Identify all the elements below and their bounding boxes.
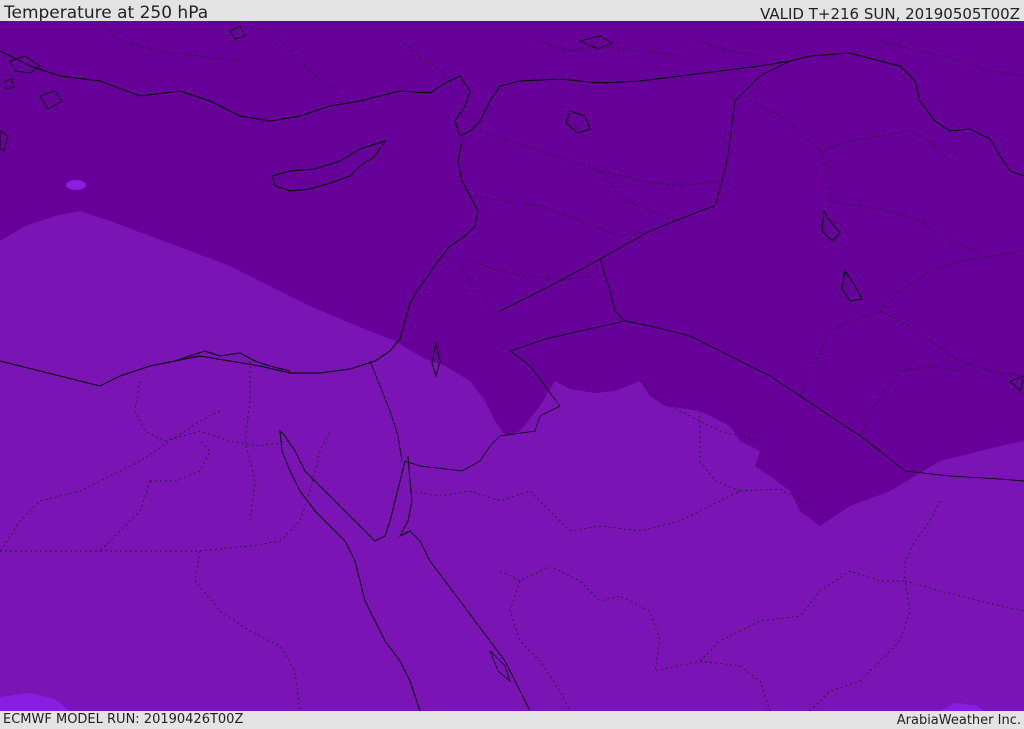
map-footer: ECMWF MODEL RUN: 20190426T00Z ArabiaWeat… xyxy=(0,711,1024,729)
map-canvas xyxy=(0,21,1024,711)
map-title: Temperature at 250 hPa xyxy=(4,3,209,23)
model-run-label: ECMWF MODEL RUN: 20190426T00Z xyxy=(3,712,244,727)
map-header: Temperature at 250 hPa VALID T+216 SUN, … xyxy=(0,0,1024,23)
brand-label: ArabiaWeather Inc. xyxy=(896,713,1021,728)
temperature-map[interactable] xyxy=(0,21,1024,711)
cold-patch-sea xyxy=(66,180,86,190)
